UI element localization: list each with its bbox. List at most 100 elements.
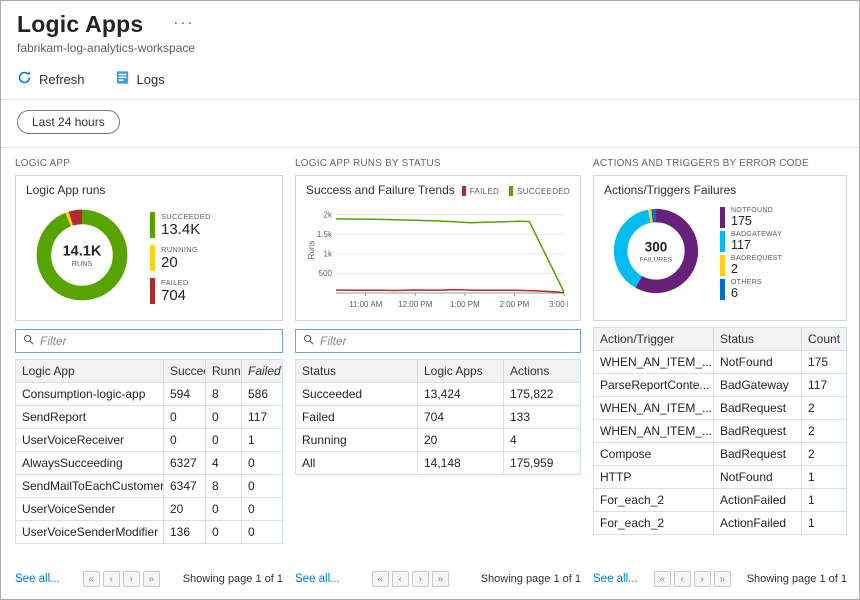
table-cell: Failed bbox=[296, 406, 418, 429]
trends-card: Success and Failure Trends FAILEDSUCCEED… bbox=[295, 175, 581, 321]
table-cell: SendMailToEachCustomer bbox=[16, 475, 164, 498]
table-row[interactable]: For_each_2ActionFailed1 bbox=[594, 489, 847, 512]
table-header-row: Action/TriggerStatusCount bbox=[594, 328, 847, 351]
table-row[interactable]: SendMailToEachCustomer634780 bbox=[16, 475, 283, 498]
see-all-link[interactable]: See all... bbox=[15, 573, 60, 585]
prev-page-button[interactable]: ‹ bbox=[103, 571, 120, 587]
next-page-button[interactable]: › bbox=[412, 571, 429, 587]
table-cell: 2 bbox=[802, 443, 847, 466]
table-cell: WHEN_AN_ITEM_... bbox=[594, 420, 714, 443]
paging-status: Showing page 1 of 1 bbox=[481, 573, 581, 585]
table-row[interactable]: HTTPNotFound1 bbox=[594, 466, 847, 489]
prev-page-button[interactable]: ‹ bbox=[674, 571, 691, 587]
table-cell: For_each_2 bbox=[594, 489, 714, 512]
legend-label: RUNNING bbox=[161, 245, 198, 254]
table-cell: BadRequest bbox=[714, 397, 802, 420]
legend-item: FAILED704 bbox=[150, 278, 211, 304]
more-menu-icon[interactable]: ··· bbox=[173, 14, 194, 31]
column-header[interactable]: Status bbox=[714, 328, 802, 351]
refresh-button[interactable]: Refresh bbox=[17, 70, 85, 88]
table-cell: 8 bbox=[206, 383, 242, 406]
svg-text:FAILURES: FAILURES bbox=[640, 256, 673, 263]
table-cell: 0 bbox=[242, 452, 283, 475]
section-title: LOGIC APP RUNS BY STATUS bbox=[295, 158, 581, 169]
column-header[interactable]: Logic App bbox=[16, 360, 164, 383]
first-page-button[interactable]: « bbox=[83, 571, 100, 587]
table-cell: 0 bbox=[242, 521, 283, 544]
svg-text:1k: 1k bbox=[324, 249, 333, 258]
card-title: Success and Failure Trends bbox=[306, 183, 455, 197]
column-header[interactable]: Logic Apps bbox=[418, 360, 504, 383]
legend-item: OTHERS6 bbox=[720, 279, 782, 300]
svg-text:500: 500 bbox=[319, 269, 333, 278]
see-all-link[interactable]: See all... bbox=[593, 573, 638, 585]
table-row[interactable]: UserVoiceSenderModifier13600 bbox=[16, 521, 283, 544]
column-header[interactable]: Action/Trigger bbox=[594, 328, 714, 351]
table-row[interactable]: All14,148175,959 bbox=[296, 452, 581, 475]
table-cell: Compose bbox=[594, 443, 714, 466]
time-filter-row: Last 24 hours bbox=[1, 100, 859, 148]
page-title: Logic Apps bbox=[17, 11, 143, 38]
table-row[interactable]: UserVoiceReceiver001 bbox=[16, 429, 283, 452]
table-row[interactable]: For_each_2ActionFailed1 bbox=[594, 512, 847, 535]
column-header[interactable]: Succeeded bbox=[164, 360, 206, 383]
data-grid: Action/TriggerStatusCountWHEN_AN_ITEM_..… bbox=[593, 327, 847, 535]
legend-color-bar bbox=[720, 279, 725, 300]
filter-input[interactable] bbox=[40, 334, 275, 348]
svg-text:300: 300 bbox=[645, 240, 668, 255]
table-cell: 2 bbox=[802, 420, 847, 443]
svg-text:1:00 PM: 1:00 PM bbox=[450, 300, 480, 309]
table-row[interactable]: ComposeBadRequest2 bbox=[594, 443, 847, 466]
table-cell: ActionFailed bbox=[714, 489, 802, 512]
table-cell: 1 bbox=[802, 466, 847, 489]
table-cell: For_each_2 bbox=[594, 512, 714, 535]
table-row[interactable]: SendReport00117 bbox=[16, 406, 283, 429]
table-cell: 704 bbox=[418, 406, 504, 429]
filter-input[interactable] bbox=[320, 334, 573, 348]
donut-legend: SUCCEEDED13.4KRUNNING20FAILED704 bbox=[150, 212, 211, 304]
see-all-link[interactable]: See all... bbox=[295, 573, 340, 585]
table-cell: 0 bbox=[242, 498, 283, 521]
legend-color-bar bbox=[509, 186, 513, 196]
column-header[interactable]: Running bbox=[206, 360, 242, 383]
last-page-button[interactable]: » bbox=[143, 571, 160, 587]
last-page-button[interactable]: » bbox=[432, 571, 449, 587]
last-page-button[interactable]: » bbox=[714, 571, 731, 587]
column-header[interactable]: Count bbox=[802, 328, 847, 351]
logs-label: Logs bbox=[137, 72, 165, 87]
table-cell: 13,424 bbox=[418, 383, 504, 406]
table-cell: WHEN_AN_ITEM_... bbox=[594, 397, 714, 420]
prev-page-button[interactable]: ‹ bbox=[392, 571, 409, 587]
table-cell: 0 bbox=[206, 429, 242, 452]
table-cell: 117 bbox=[802, 374, 847, 397]
first-page-button[interactable]: « bbox=[372, 571, 389, 587]
table-cell: Succeeded bbox=[296, 383, 418, 406]
logs-button[interactable]: Logs bbox=[115, 70, 165, 88]
table-row[interactable]: UserVoiceSender2000 bbox=[16, 498, 283, 521]
table-row[interactable]: WHEN_AN_ITEM_...BadRequest2 bbox=[594, 397, 847, 420]
legend-item: NOTFOUND175 bbox=[720, 207, 782, 228]
data-grid: StatusLogic AppsActionsSucceeded13,42417… bbox=[295, 359, 581, 475]
column-header[interactable]: Actions bbox=[504, 360, 581, 383]
table-cell: 586 bbox=[242, 383, 283, 406]
next-page-button[interactable]: › bbox=[694, 571, 711, 587]
table-row[interactable]: ParseReportConte...BadGateway117 bbox=[594, 374, 847, 397]
search-icon bbox=[23, 332, 34, 350]
legend-color-bar bbox=[720, 231, 725, 252]
column-header[interactable]: Status bbox=[296, 360, 418, 383]
table-row[interactable]: Succeeded13,424175,822 bbox=[296, 383, 581, 406]
table-row[interactable]: AlwaysSucceeding632740 bbox=[16, 452, 283, 475]
first-page-button[interactable]: « bbox=[654, 571, 671, 587]
next-page-button[interactable]: › bbox=[123, 571, 140, 587]
table-row[interactable]: WHEN_AN_ITEM_...BadRequest2 bbox=[594, 420, 847, 443]
table-cell: 6347 bbox=[164, 475, 206, 498]
table-row[interactable]: WHEN_AN_ITEM_...NotFound175 bbox=[594, 351, 847, 374]
legend-item: RUNNING20 bbox=[150, 245, 211, 271]
card-title: Actions/Triggers Failures bbox=[604, 183, 836, 197]
column-header[interactable]: Failed bbox=[242, 360, 283, 383]
table-row[interactable]: Failed704133 bbox=[296, 406, 581, 429]
table-row[interactable]: Consumption-logic-app5948586 bbox=[16, 383, 283, 406]
time-range-button[interactable]: Last 24 hours bbox=[17, 110, 120, 134]
table-header-row: Logic AppSucceededRunningFailed bbox=[16, 360, 283, 383]
table-row[interactable]: Running204 bbox=[296, 429, 581, 452]
